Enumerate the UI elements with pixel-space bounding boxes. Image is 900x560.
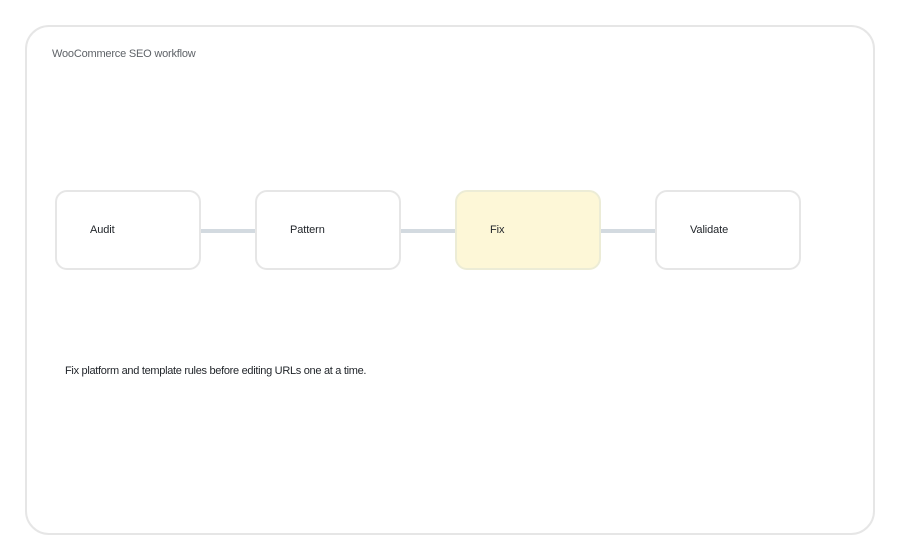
step-audit: Audit xyxy=(55,190,201,270)
diagram-title: WooCommerce SEO workflow xyxy=(52,48,196,60)
diagram-frame xyxy=(25,25,875,535)
connector-audit-pattern xyxy=(200,229,256,233)
step-validate: Validate xyxy=(655,190,801,270)
step-pattern: Pattern xyxy=(255,190,401,270)
step-label: Validate xyxy=(690,224,729,236)
connector-fix-validate xyxy=(600,229,656,233)
step-label: Pattern xyxy=(290,224,325,236)
connector-pattern-fix xyxy=(400,229,456,233)
step-label: Fix xyxy=(490,224,505,236)
step-fix: Fix xyxy=(455,190,601,270)
step-label: Audit xyxy=(90,224,115,236)
workflow-note: Fix platform and template rules before e… xyxy=(65,365,367,377)
